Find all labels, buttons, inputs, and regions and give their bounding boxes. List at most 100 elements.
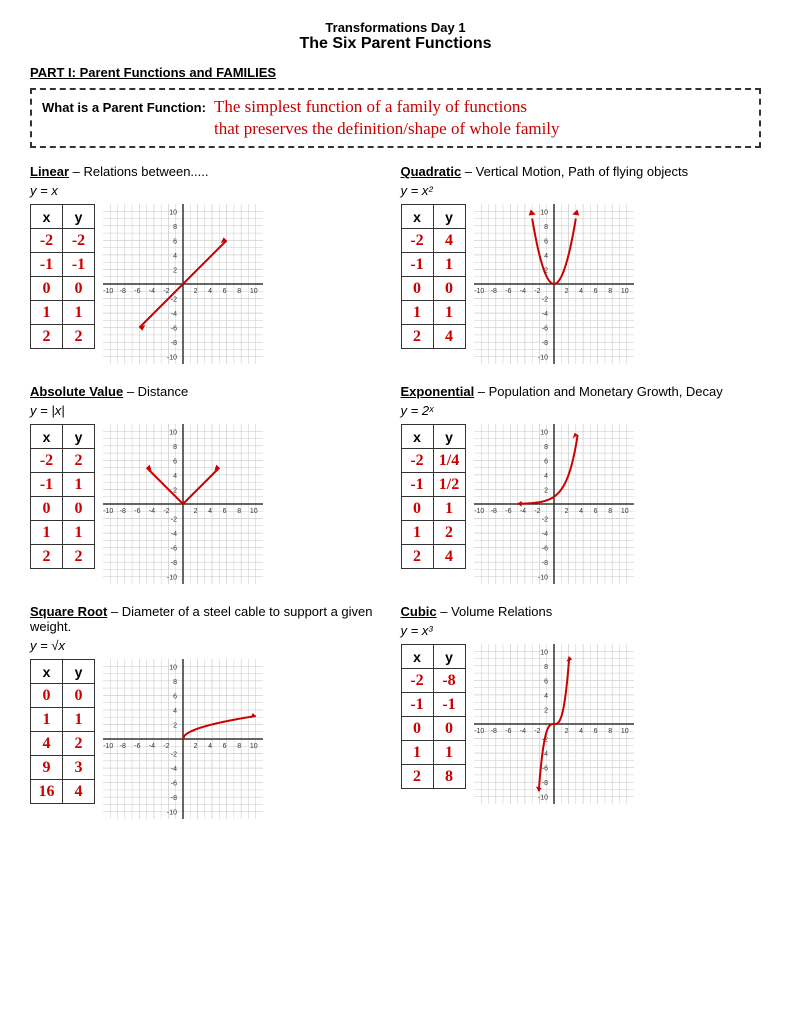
function-block-cubic: Cubic – Volume Relationsy = x³ xy -2 -8 … — [401, 604, 762, 819]
svg-text:-4: -4 — [519, 288, 525, 295]
function-content: xy -2 -8 -1 -1 0 0 1 1 2 8 -10-10-8-8-6-… — [401, 644, 762, 804]
svg-text:6: 6 — [544, 459, 548, 466]
svg-text:4: 4 — [208, 508, 212, 515]
svg-text:-8: -8 — [541, 340, 547, 347]
parent-function-answer: The simplest function of a family of fun… — [214, 96, 560, 140]
svg-text:-2: -2 — [163, 288, 169, 295]
table-wrapper: xy -2 4 -1 1 0 0 1 1 2 4 — [401, 204, 466, 349]
value-table: xy -2 2 -1 1 0 0 1 1 2 2 — [30, 424, 95, 569]
function-block-absolute-value: Absolute Value – Distance y = |x| xy -2 2… — [30, 384, 391, 584]
function-title: Square Root – Diameter of a steel cable … — [30, 604, 391, 634]
svg-text:-10: -10 — [474, 728, 484, 735]
svg-text:-10: -10 — [167, 575, 177, 582]
svg-text:4: 4 — [173, 253, 177, 260]
svg-text:2: 2 — [173, 268, 177, 275]
svg-text:-10: -10 — [537, 575, 547, 582]
function-content: xy 0 0 1 1 4 2 9 3 16 4 -10-10-8-8-6-6-4… — [30, 659, 391, 819]
svg-text:8: 8 — [544, 664, 548, 671]
svg-text:10: 10 — [169, 429, 177, 436]
svg-text:8: 8 — [608, 508, 612, 515]
svg-text:-8: -8 — [541, 780, 547, 787]
svg-text:8: 8 — [237, 508, 241, 515]
function-equation: y = |x| — [30, 403, 391, 418]
svg-text:6: 6 — [223, 743, 227, 750]
svg-text:-10: -10 — [167, 355, 177, 362]
svg-text:-6: -6 — [505, 728, 511, 735]
svg-text:-8: -8 — [490, 728, 496, 735]
svg-text:-6: -6 — [541, 766, 547, 773]
svg-text:-10: -10 — [474, 288, 484, 295]
svg-text:-8: -8 — [171, 340, 177, 347]
graph-container: -10-10-8-8-6-6-4-4-2-2224466881010 — [474, 424, 634, 584]
table-wrapper: xy -2 -8 -1 -1 0 0 1 1 2 8 — [401, 644, 466, 789]
table-wrapper: xy 0 0 1 1 4 2 9 3 16 4 — [30, 659, 95, 804]
function-equation: y = 2ˣ — [401, 403, 762, 418]
parent-function-box: What is a Parent Function: The simplest … — [30, 88, 761, 148]
svg-text:10: 10 — [250, 288, 258, 295]
svg-text:8: 8 — [608, 288, 612, 295]
svg-text:-8: -8 — [120, 743, 126, 750]
table-wrapper: xy -2 2 -1 1 0 0 1 1 2 2 — [30, 424, 95, 569]
svg-text:-2: -2 — [534, 728, 540, 735]
function-block-linear: Linear – Relations between.....y = x xy … — [30, 164, 391, 364]
svg-text:6: 6 — [223, 508, 227, 515]
svg-text:-8: -8 — [120, 288, 126, 295]
svg-text:-6: -6 — [171, 546, 177, 553]
svg-text:-6: -6 — [171, 781, 177, 788]
svg-text:-8: -8 — [541, 560, 547, 567]
svg-text:-6: -6 — [505, 508, 511, 515]
value-table: xy -2 -2 -1 -1 0 0 1 1 2 2 — [30, 204, 95, 349]
svg-text:10: 10 — [540, 649, 548, 656]
svg-text:6: 6 — [544, 239, 548, 246]
svg-text:10: 10 — [540, 209, 548, 216]
function-block-square-root: Square Root – Diameter of a steel cable … — [30, 604, 391, 819]
svg-text:10: 10 — [620, 508, 628, 515]
header-title: The Six Parent Functions — [30, 35, 761, 53]
function-content: xy -2 4 -1 1 0 0 1 1 2 4 -10-10-8-8-6-6-… — [401, 204, 762, 364]
value-table: xy -2 4 -1 1 0 0 1 1 2 4 — [401, 204, 466, 349]
table-wrapper: xy -2 1/4 -1 1/2 0 1 1 2 2 4 — [401, 424, 466, 569]
svg-text:2: 2 — [544, 488, 548, 495]
svg-text:-4: -4 — [171, 766, 177, 773]
svg-text:-2: -2 — [163, 743, 169, 750]
svg-text:4: 4 — [544, 253, 548, 260]
svg-text:8: 8 — [173, 224, 177, 231]
svg-text:6: 6 — [173, 694, 177, 701]
svg-text:-2: -2 — [171, 297, 177, 304]
svg-text:4: 4 — [173, 473, 177, 480]
svg-text:10: 10 — [250, 508, 258, 515]
svg-text:-6: -6 — [541, 546, 547, 553]
svg-text:-8: -8 — [120, 508, 126, 515]
svg-text:4: 4 — [208, 288, 212, 295]
svg-text:8: 8 — [237, 288, 241, 295]
svg-text:8: 8 — [608, 728, 612, 735]
svg-text:10: 10 — [169, 209, 177, 216]
svg-text:6: 6 — [593, 728, 597, 735]
value-table: xy 0 0 1 1 4 2 9 3 16 4 — [30, 659, 95, 804]
function-title: Absolute Value – Distance — [30, 384, 391, 399]
svg-text:-8: -8 — [171, 560, 177, 567]
header-day: Transformations Day 1 — [30, 20, 761, 35]
svg-text:-4: -4 — [149, 743, 155, 750]
page-header: Transformations Day 1 The Six Parent Fun… — [30, 20, 761, 53]
function-equation: y = x³ — [401, 623, 762, 638]
graph-container: -10-10-8-8-6-6-4-4-2-2224466881010 — [103, 659, 263, 819]
svg-text:-6: -6 — [505, 288, 511, 295]
svg-text:8: 8 — [173, 679, 177, 686]
svg-text:8: 8 — [237, 743, 241, 750]
svg-text:-4: -4 — [149, 288, 155, 295]
svg-text:4: 4 — [579, 508, 583, 515]
svg-text:6: 6 — [173, 459, 177, 466]
svg-text:6: 6 — [223, 288, 227, 295]
svg-text:4: 4 — [544, 473, 548, 480]
svg-text:-6: -6 — [134, 743, 140, 750]
part-heading: PART I: Parent Functions and FAMILIES — [30, 65, 761, 80]
svg-text:-2: -2 — [534, 288, 540, 295]
svg-text:4: 4 — [579, 288, 583, 295]
function-content: xy -2 1/4 -1 1/2 0 1 1 2 2 4 -10-10-8-8-… — [401, 424, 762, 584]
svg-text:-10: -10 — [103, 743, 113, 750]
svg-text:8: 8 — [544, 444, 548, 451]
svg-text:10: 10 — [540, 429, 548, 436]
svg-text:-4: -4 — [519, 728, 525, 735]
svg-text:-10: -10 — [537, 355, 547, 362]
